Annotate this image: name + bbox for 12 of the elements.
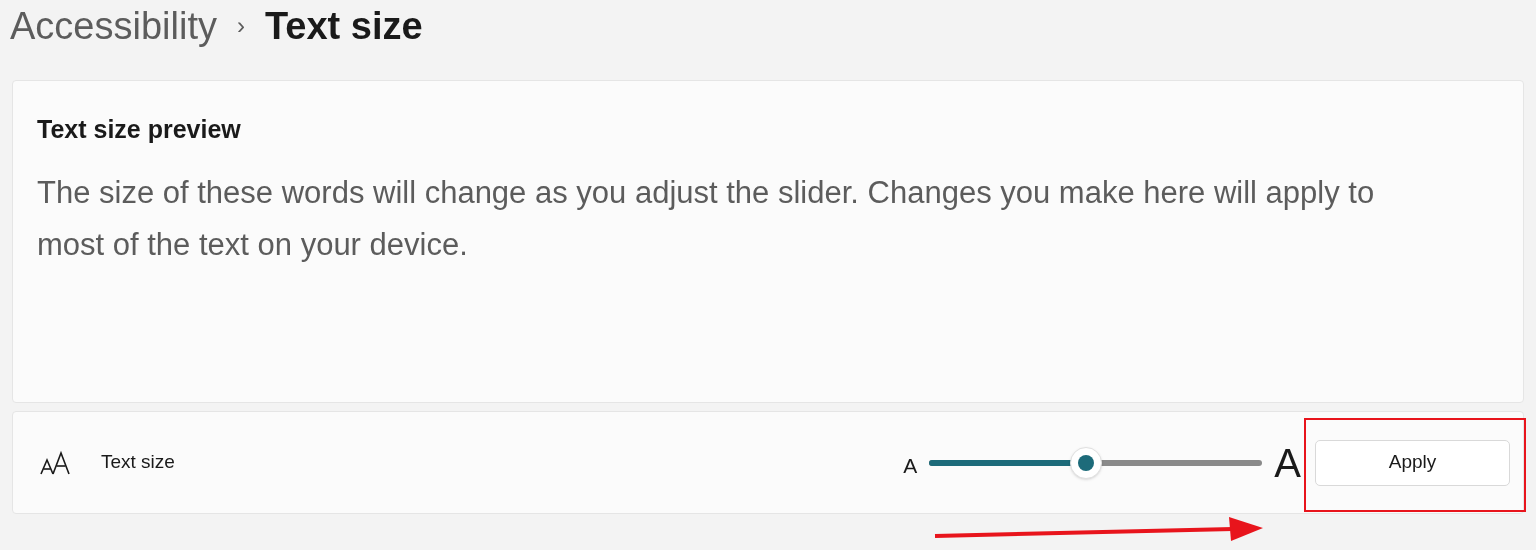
- breadcrumb-link[interactable]: Accessibility: [10, 0, 217, 55]
- page-title: Text size: [264, 3, 423, 49]
- text-size-icon: [39, 449, 73, 476]
- slider-thumb[interactable]: [1069, 446, 1102, 479]
- setting-label: Text size: [101, 450, 175, 475]
- preview-title: Text size preview: [37, 114, 242, 145]
- small-a-label: A: [903, 452, 918, 479]
- breadcrumb-separator: ›: [236, 11, 245, 41]
- large-a-label: A: [1274, 439, 1301, 487]
- apply-button[interactable]: Apply: [1315, 439, 1510, 486]
- slider[interactable]: [929, 446, 1263, 479]
- preview-text: The size of these words will change as you adjust the slider. Changes you make here will apply to most of the text on your device.: [37, 173, 1376, 264]
